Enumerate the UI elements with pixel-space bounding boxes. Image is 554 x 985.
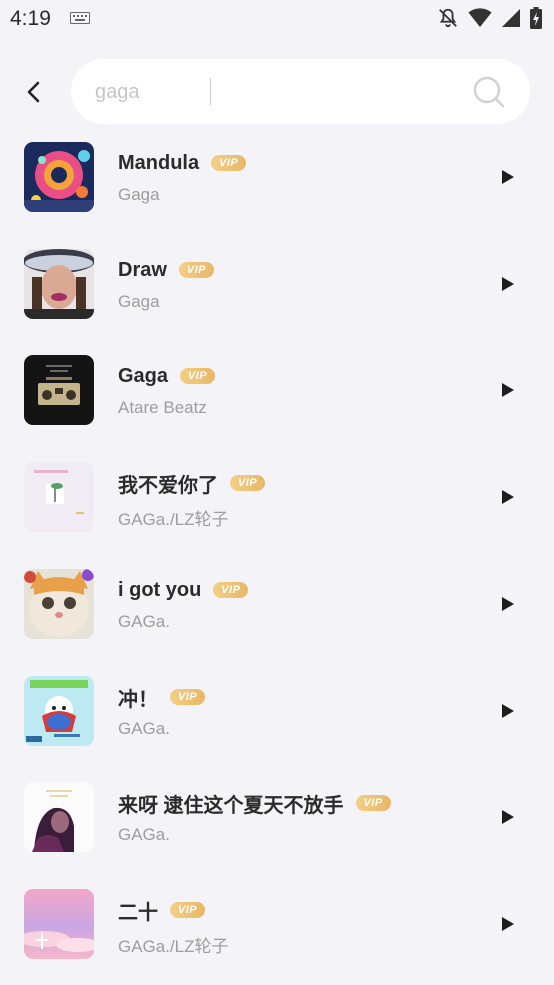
song-title: 冲！ (118, 688, 158, 711)
cover-cat (24, 569, 94, 639)
song-title-line: Gaga VIP (118, 363, 216, 389)
play-button[interactable] (494, 165, 522, 189)
song-row[interactable]: Draw VIP Gaga (0, 231, 554, 337)
vip-badge: VIP (230, 475, 265, 491)
cover-throwback-sounds (24, 355, 94, 425)
status-icons (437, 6, 542, 30)
vip-badge: VIP (211, 155, 247, 171)
song-artist: Gaga (118, 292, 160, 311)
song-title: 二十 (118, 901, 158, 924)
song-artist: GAGa./LZ轮子 (118, 937, 229, 956)
song-artist: Atare Beatz (118, 398, 207, 417)
status-time: 4:19 (10, 7, 51, 30)
song-title-line: 我不爱你了 VIP (118, 470, 265, 497)
song-artist: GAGa. (118, 612, 170, 631)
song-title-line: 来呀 逮住这个夏天不放手 VIP (118, 790, 391, 817)
text-cursor (210, 78, 211, 105)
song-row[interactable]: Mandula VIP Gaga (0, 124, 554, 230)
battery-charging-icon (530, 7, 542, 29)
play-button[interactable] (494, 272, 522, 296)
back-arrow-icon (27, 81, 40, 103)
cover-mandula (24, 142, 94, 212)
song-artist: Gaga (118, 185, 160, 204)
song-title-line: Mandula VIP (118, 150, 247, 176)
play-button[interactable] (494, 805, 522, 829)
play-button[interactable] (494, 699, 522, 723)
play-icon (502, 597, 514, 611)
vip-badge: VIP (178, 262, 214, 278)
song-row[interactable]: 来呀 逮住这个夏天不放手 VIP GAGa. (0, 764, 554, 870)
cover-cartoon-hero (24, 676, 94, 746)
song-title: 我不爱你了 (118, 474, 218, 497)
play-icon (502, 917, 514, 931)
status-bar: 4:19 (0, 0, 554, 38)
search-input[interactable] (95, 77, 455, 107)
vip-badge: VIP (170, 902, 205, 918)
play-icon (502, 810, 514, 824)
vip-badge: VIP (213, 582, 249, 598)
cover-draw (24, 249, 94, 319)
play-icon (502, 170, 514, 184)
song-row[interactable]: Gaga VIP Atare Beatz (0, 337, 554, 443)
play-icon (502, 704, 514, 718)
song-title-line: i got you VIP (118, 577, 249, 603)
play-icon (502, 383, 514, 397)
play-button[interactable] (494, 912, 522, 936)
search-bar[interactable] (71, 59, 530, 124)
song-row[interactable]: 冲！ VIP GAGa. (0, 658, 554, 764)
song-artist: GAGa. (118, 825, 170, 844)
cover-pastel-tree (24, 462, 94, 532)
song-row[interactable]: i got you VIP GAGa. (0, 551, 554, 657)
play-button[interactable] (494, 592, 522, 616)
song-title: Draw (118, 258, 167, 281)
cover-portrait (24, 782, 94, 852)
vip-badge: VIP (170, 689, 205, 705)
cell-signal-icon (502, 9, 520, 27)
cover-pink-sky (24, 889, 94, 959)
play-button[interactable] (494, 378, 522, 402)
back-button[interactable] (16, 72, 52, 112)
song-row[interactable]: 我不爱你了 VIP GAGa./LZ轮子 (0, 444, 554, 550)
play-icon (502, 490, 514, 504)
song-title-line: Draw VIP (118, 257, 214, 283)
song-title: i got you (118, 578, 202, 601)
notifications-off-icon (439, 8, 457, 28)
keyboard-icon (70, 12, 90, 24)
play-icon (502, 277, 514, 291)
song-artist: GAGa./LZ轮子 (118, 510, 229, 529)
song-title: Gaga (118, 364, 169, 387)
song-title: 来呀 逮住这个夏天不放手 (118, 794, 344, 817)
wifi-icon (468, 8, 492, 27)
vip-badge: VIP (180, 368, 216, 384)
vip-badge: VIP (355, 795, 391, 811)
song-row[interactable]: 二十 VIP GAGa./LZ轮子 (0, 871, 554, 977)
search-results-screen: 4:19 gaga Mandula VIP Gaga Draw VIP Gaga… (0, 0, 554, 985)
play-button[interactable] (494, 485, 522, 509)
song-title-line: 二十 VIP (118, 897, 205, 924)
song-artist: GAGa. (118, 719, 170, 738)
song-title-line: 冲！ VIP (118, 684, 205, 711)
search-icon[interactable] (472, 75, 506, 109)
song-title: Mandula (118, 151, 200, 174)
